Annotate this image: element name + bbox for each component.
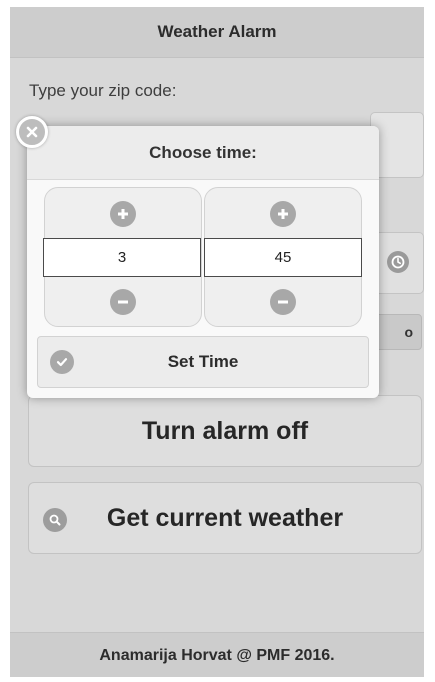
minus-icon — [278, 300, 288, 304]
hours-increment-button[interactable] — [110, 201, 136, 227]
hours-decrement-button[interactable] — [110, 289, 136, 315]
get-current-weather-label: Get current weather — [106, 503, 344, 532]
turn-alarm-off-button[interactable]: Turn alarm off — [28, 395, 422, 467]
popup-title: Choose time: — [27, 126, 379, 180]
search-icon — [43, 508, 67, 532]
close-icon[interactable] — [16, 116, 48, 148]
zip-code-label: Type your zip code: — [29, 81, 177, 100]
set-time-label: Set Time — [167, 352, 239, 371]
time-picker-popup: Choose time: 3 45 Set Time — [27, 126, 379, 398]
minus-icon — [118, 300, 128, 304]
hours-input[interactable]: 3 — [43, 238, 201, 277]
check-icon — [50, 350, 74, 374]
set-time-button[interactable]: Set Time — [37, 336, 369, 388]
plus-icon — [278, 209, 288, 219]
get-current-weather-button[interactable]: Get current weather — [28, 482, 422, 554]
footer-credit: Anamarija Horvat @ PMF 2016. — [10, 632, 424, 677]
clock-icon — [387, 251, 409, 273]
plus-icon — [118, 209, 128, 219]
minutes-increment-button[interactable] — [270, 201, 296, 227]
page-title: Weather Alarm — [10, 7, 424, 58]
minutes-decrement-button[interactable] — [270, 289, 296, 315]
minutes-input[interactable]: 45 — [204, 238, 362, 277]
go-button[interactable]: o — [372, 314, 422, 350]
